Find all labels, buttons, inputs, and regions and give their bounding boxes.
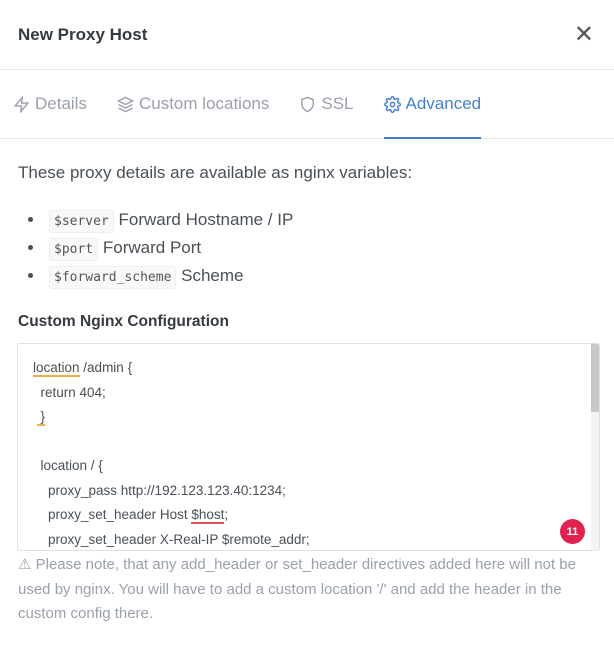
variable-desc: Scheme [181, 266, 244, 285]
list-item: $forward_scheme Scheme [45, 262, 293, 290]
scrollbar-thumb[interactable] [591, 344, 599, 412]
code-line: proxy_set_header X-Real-IP $remote_addr; [33, 531, 310, 547]
variable-code: $forward_scheme [49, 266, 177, 289]
tab-ssl[interactable]: SSL [299, 70, 354, 138]
modal-header: New Proxy Host ✕ [0, 0, 614, 70]
code-line: } [36, 409, 46, 426]
gear-icon [383, 95, 401, 113]
config-label: Custom Nginx Configuration [18, 313, 229, 330]
variable-desc: Forward Hostname / IP [118, 210, 294, 229]
close-icon[interactable]: ✕ [574, 22, 594, 47]
nginx-config-editor[interactable]: location /admin { return 404; } location… [17, 343, 600, 551]
tab-custom-locations[interactable]: Custom locations [116, 70, 270, 138]
editor-scrollbar[interactable] [591, 344, 599, 550]
tab-bar: Details Custom locations SSL Advanced [0, 70, 614, 139]
tab-details[interactable]: Details [13, 70, 87, 138]
variable-list: $server Forward Hostname / IP $port Forw… [45, 206, 293, 290]
variable-code: $port [49, 238, 99, 261]
modal-title: New Proxy Host [18, 24, 148, 44]
tab-label: Advanced [405, 94, 482, 113]
code-line: location / { [33, 458, 103, 473]
lightning-icon [13, 95, 30, 113]
variable-desc: Forward Port [102, 238, 202, 257]
tab-advanced[interactable]: Advanced [383, 70, 482, 139]
tab-label: Details [35, 94, 87, 113]
shield-icon [301, 96, 315, 112]
code-area[interactable]: location /admin { return 404; } location… [18, 344, 599, 550]
layers-icon [116, 96, 134, 112]
issue-count-badge[interactable]: 11 [560, 519, 585, 544]
code-line: proxy_set_header Host $host; [33, 507, 229, 524]
list-item: $server Forward Hostname / IP [45, 206, 293, 234]
code-line: return 404; [33, 384, 106, 400]
warning-note: ⚠ Please note, that any add_header or se… [18, 556, 576, 622]
variable-code: $server [49, 210, 114, 233]
tab-label: Custom locations [138, 94, 270, 113]
intro-text: These proxy details are available as ngi… [18, 163, 413, 182]
code-line: proxy_pass http://192.123.123.40:1234; [33, 482, 286, 498]
tab-label: SSL [321, 94, 354, 113]
code-line: location /admin { [33, 360, 133, 377]
list-item: $port Forward Port [45, 234, 293, 262]
